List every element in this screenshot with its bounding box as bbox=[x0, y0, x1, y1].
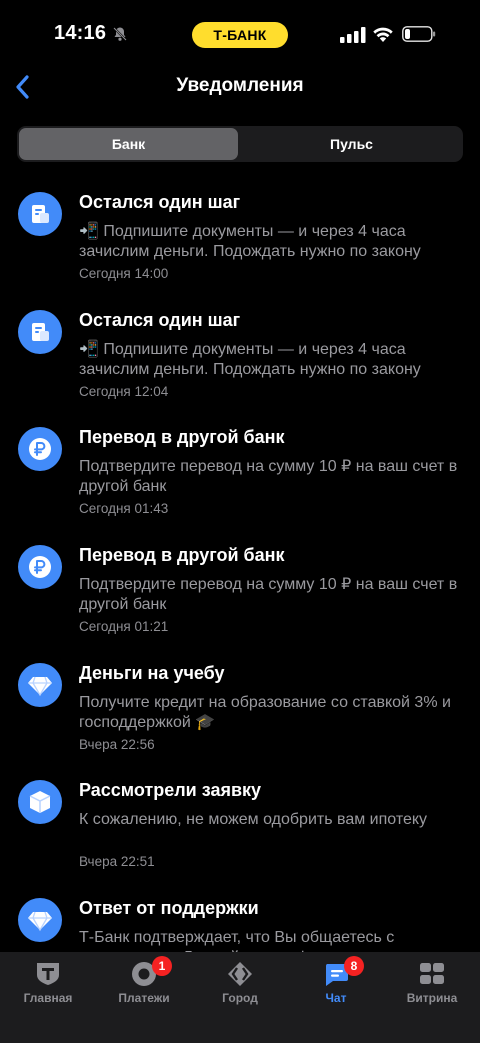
notification-badge: 1 bbox=[152, 956, 172, 976]
notifications-list: Остался один шаг 📲 Подпишите документы —… bbox=[0, 176, 480, 952]
notification-item[interactable]: Деньги на учебу Получите кредит на образ… bbox=[0, 647, 480, 765]
page-title: Уведомления bbox=[176, 75, 304, 96]
diamond-icon bbox=[18, 662, 62, 707]
tab-showcase[interactable]: Витрина bbox=[384, 952, 480, 1022]
cellular-signal-icon bbox=[340, 27, 366, 43]
segmented-control: Банк Пульс bbox=[17, 126, 463, 162]
notification-item[interactable]: Рассмотрели заявку К сожалению, не можем… bbox=[0, 764, 480, 882]
notification-item[interactable]: Остался один шаг 📲 Подпишите документы —… bbox=[0, 176, 480, 294]
segment-bank[interactable]: Банк bbox=[19, 128, 238, 160]
tab-label: Главная bbox=[23, 991, 73, 1005]
notification-item[interactable]: Ответ от поддержки Т-Банк подтверждает, … bbox=[0, 882, 480, 952]
showcase-icon bbox=[420, 963, 444, 984]
tab-label: Чат bbox=[325, 991, 347, 1005]
notification-title: Деньги на учебу bbox=[79, 662, 225, 683]
document-icon bbox=[18, 309, 62, 354]
notification-time: Сегодня 01:43 bbox=[79, 501, 169, 517]
notification-body: Получите кредит на образование со ставко… bbox=[79, 693, 451, 731]
city-icon bbox=[228, 962, 252, 986]
segment-pulse[interactable]: Пульс bbox=[242, 128, 461, 160]
shield-t-icon bbox=[37, 963, 59, 985]
notification-title: Рассмотрели заявку bbox=[79, 780, 262, 801]
notification-body: Подтвердите перевод на сумму 10 ₽ на ваш… bbox=[79, 576, 458, 614]
notification-time: Сегодня 01:21 bbox=[79, 619, 169, 635]
battery-icon bbox=[402, 26, 436, 42]
notification-badge: 8 bbox=[344, 956, 364, 976]
document-icon bbox=[18, 192, 62, 236]
bottom-tab-bar: Главная 1 Платежи Город 8 Чат Витрина bbox=[0, 952, 480, 1043]
notification-item[interactable]: Перевод в другой банк Подтвердите перево… bbox=[0, 411, 480, 529]
bell-muted-icon bbox=[113, 27, 127, 41]
notification-title: Перевод в другой банк bbox=[79, 545, 285, 566]
status-bar: 14:16 Т-БАНК bbox=[0, 0, 480, 70]
notification-time: Сегодня 12:04 bbox=[79, 383, 169, 399]
notification-body: К сожалению, не можем одобрить вам ипоте… bbox=[79, 811, 428, 829]
notification-body: Подтвердите перевод на сумму 10 ₽ на ваш… bbox=[79, 458, 458, 496]
notification-title: Перевод в другой банк bbox=[79, 427, 285, 448]
tab-home[interactable]: Главная bbox=[0, 952, 96, 1022]
notification-time: Сегодня 14:00 bbox=[79, 266, 169, 281]
tab-label: Город bbox=[222, 991, 258, 1005]
wifi-icon bbox=[373, 27, 393, 42]
tab-chat[interactable]: 8 Чат bbox=[288, 952, 384, 1022]
notification-item[interactable]: Перевод в другой банк Подтвердите перево… bbox=[0, 529, 480, 647]
notification-item[interactable]: Остался один шаг 📲 Подпишите документы —… bbox=[0, 294, 480, 412]
tab-city[interactable]: Город bbox=[192, 952, 288, 1022]
notification-title: Остался один шаг bbox=[79, 192, 241, 212]
nav-header: Уведомления bbox=[0, 70, 480, 106]
notification-time: Вчера 22:56 bbox=[79, 736, 155, 752]
notification-body: 📲 Подпишите документы — и через 4 часа з… bbox=[79, 223, 421, 260]
notification-title: Остался один шаг bbox=[79, 309, 241, 330]
notification-time: Вчера 22:51 bbox=[79, 854, 155, 870]
diamond-icon bbox=[18, 898, 62, 943]
notification-body: Т-Банк подтверждает, что Вы общаетесь с … bbox=[79, 929, 395, 952]
tab-label: Платежи bbox=[118, 991, 170, 1005]
ruble-icon bbox=[18, 545, 62, 590]
tab-label: Витрина bbox=[406, 991, 458, 1005]
ruble-icon bbox=[18, 427, 62, 472]
brand-pill[interactable]: Т-БАНК bbox=[192, 22, 288, 48]
notification-title: Ответ от поддержки bbox=[79, 898, 259, 919]
notification-body: 📲 Подпишите документы — и через 4 часа з… bbox=[79, 340, 421, 378]
status-time: 14:16 bbox=[54, 22, 107, 44]
tab-payments[interactable]: 1 Платежи bbox=[96, 952, 192, 1022]
box-icon bbox=[18, 780, 62, 825]
